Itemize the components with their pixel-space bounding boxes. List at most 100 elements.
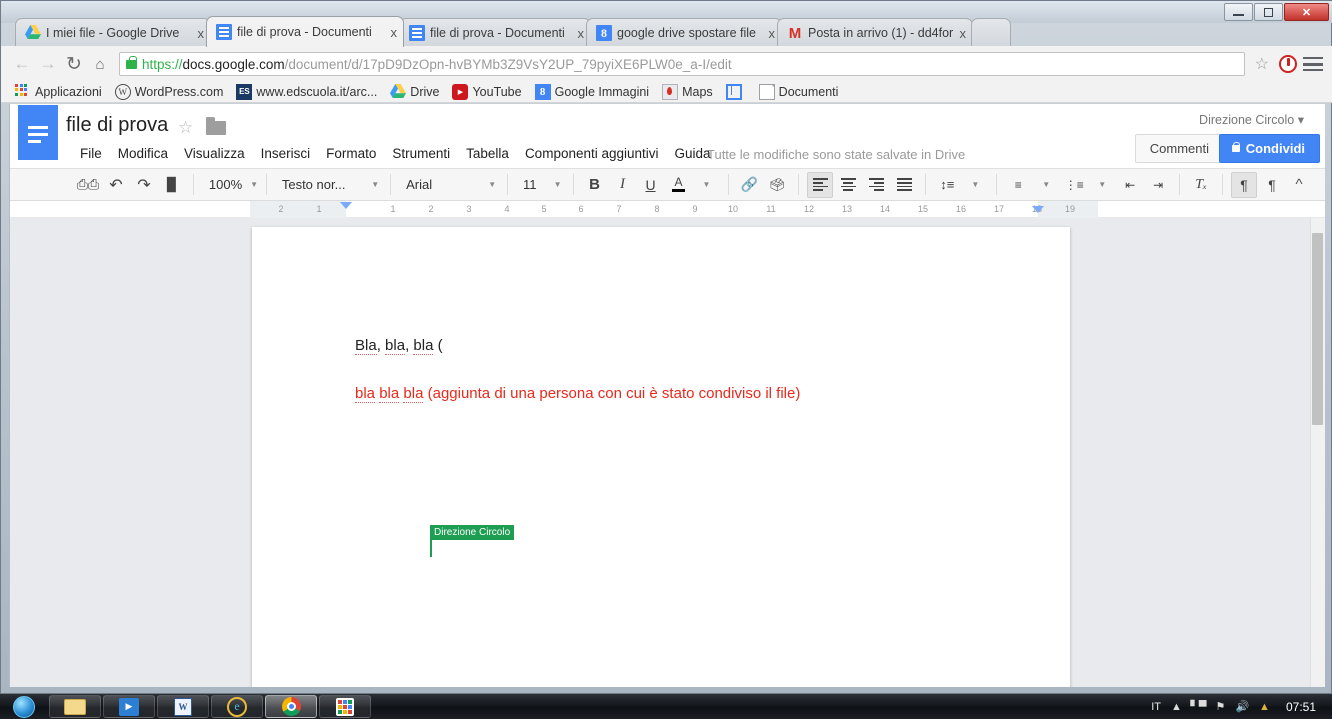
underline-button[interactable]: U [638, 172, 664, 198]
menu-file[interactable]: File [72, 144, 110, 163]
right-indent-marker[interactable] [1032, 206, 1044, 213]
volume-icon[interactable]: 🔊 [1236, 700, 1250, 713]
star-outline-icon[interactable]: ☆ [178, 118, 193, 138]
numbered-list-icon[interactable]: ≡ [1005, 172, 1031, 198]
bookmark-sheets[interactable] [725, 83, 746, 100]
paragraph-1[interactable]: Bla, bla, bla ( [355, 337, 443, 355]
redo-icon[interactable]: ↷ [131, 172, 157, 198]
right-to-left-icon[interactable]: ¶ [1259, 172, 1285, 198]
new-tab-button[interactable] [971, 18, 1011, 47]
taskbar-item-media-player[interactable]: ▶ [103, 695, 155, 718]
add-comment-icon[interactable]: 🗳 [764, 172, 790, 198]
chevron-down-icon[interactable]: ▼ [694, 172, 720, 198]
menu-visualizza[interactable]: Visualizza [176, 144, 253, 163]
tab-drive[interactable]: I miei file - Google Drive x [15, 18, 211, 47]
home-icon[interactable]: ⌂ [87, 51, 113, 77]
forward-arrow-icon[interactable]: → [35, 51, 61, 77]
chevron-down-icon[interactable]: ▼ [1033, 172, 1059, 198]
paint-format-icon[interactable]: ▉ [159, 172, 185, 198]
folder-icon[interactable] [206, 117, 226, 135]
action-center-icon[interactable]: ⚑ [1214, 700, 1227, 713]
bookmark-label: YouTube [472, 84, 522, 99]
menu-formato[interactable]: Formato [318, 144, 384, 163]
hide-menus-chevron-icon[interactable]: ^ [1286, 172, 1312, 198]
left-indent-marker[interactable] [340, 202, 352, 209]
tab-close-icon[interactable]: x [391, 25, 398, 40]
menu-modifica[interactable]: Modifica [110, 144, 176, 163]
show-hidden-icon[interactable]: ▲ [1170, 700, 1183, 713]
bookmark-youtube[interactable]: ▶ YouTube [452, 83, 522, 100]
menu-componenti-aggiuntivi[interactable]: Componenti aggiuntivi [517, 144, 667, 163]
taskbar-item-internet-explorer[interactable]: e [211, 695, 263, 718]
taskbar-item-word[interactable]: W [157, 695, 209, 718]
taskbar-item-chrome[interactable] [265, 695, 317, 718]
bold-button[interactable]: B [582, 172, 608, 198]
bookmark-star-icon[interactable]: ☆ [1255, 54, 1269, 74]
bookmark-maps[interactable]: Maps [662, 83, 713, 100]
vertical-scrollbar[interactable] [1310, 218, 1325, 687]
antivirus-icon[interactable]: ▲ [1258, 700, 1271, 713]
share-button[interactable]: Condividi [1218, 134, 1320, 163]
windows-taskbar: ▶ W e IT ▲ ▘▀ ⚑ 🔊 ▲ 07:51 [0, 694, 1332, 719]
print-icon[interactable]: ⎙⎙ [75, 172, 101, 198]
tab-close-icon[interactable]: x [578, 26, 585, 41]
account-label[interactable]: Direzione Circolo ▾ [1199, 112, 1304, 127]
clock[interactable]: 07:51 [1280, 700, 1326, 714]
tab-close-icon[interactable]: x [198, 26, 205, 41]
opera-extension-icon[interactable] [1279, 55, 1297, 73]
bookmark-wordpress[interactable]: W WordPress.com [114, 83, 223, 100]
bookmark-applicazioni[interactable]: Applicazioni [15, 83, 102, 100]
zoom-select[interactable]: 100% ▼ [201, 173, 259, 197]
align-center-icon[interactable] [835, 172, 861, 198]
align-right-icon[interactable] [863, 172, 889, 198]
google-icon: 8 [534, 83, 551, 100]
line-spacing-icon[interactable]: ↕≡ [934, 172, 960, 198]
network-icon[interactable]: ▘▀ [1190, 700, 1206, 713]
menu-tabella[interactable]: Tabella [458, 144, 517, 163]
start-button[interactable] [0, 694, 48, 719]
docs-ruler[interactable]: 2 1 1 2 3 4 5 6 7 8 9 10 11 12 13 14 15 … [10, 201, 1325, 218]
tab-google-search[interactable]: 8 google drive spostare file x [586, 18, 782, 47]
chevron-down-icon[interactable]: ▼ [1089, 172, 1115, 198]
comments-button[interactable]: Commenti [1134, 134, 1224, 163]
taskbar-item-apps[interactable] [319, 695, 371, 718]
address-bar[interactable]: https://docs.google.com/document/d/17pD9… [119, 52, 1245, 76]
bulleted-list-icon[interactable]: ⋮≡ [1061, 172, 1087, 198]
decrease-indent-icon[interactable]: ⇤ [1117, 172, 1143, 198]
chevron-down-icon[interactable]: ▼ [962, 172, 988, 198]
menu-strumenti[interactable]: Strumenti [384, 144, 458, 163]
paragraph-2[interactable]: bla bla bla (aggiunta di una persona con… [355, 385, 800, 403]
increase-indent-icon[interactable]: ⇥ [1145, 172, 1171, 198]
link-icon[interactable]: 🔗 [736, 172, 762, 198]
scrollbar-thumb[interactable] [1312, 233, 1323, 425]
align-left-icon[interactable] [807, 171, 834, 198]
undo-icon[interactable]: ↶ [103, 172, 129, 198]
left-to-right-icon[interactable]: ¶ [1231, 171, 1258, 198]
tab-close-icon[interactable]: x [769, 26, 776, 41]
back-arrow-icon[interactable]: ← [9, 51, 35, 77]
chrome-menu-icon[interactable] [1303, 57, 1323, 71]
tab-docs-active[interactable]: file di prova - Documenti x [206, 16, 404, 47]
bookmark-drive[interactable]: Drive [390, 83, 439, 100]
paragraph-style-select[interactable]: Testo nor... ▼ [274, 173, 383, 197]
align-justify-icon[interactable] [891, 172, 917, 198]
tab-docs-second[interactable]: file di prova - Documenti x [399, 18, 591, 47]
bookmark-edscuola[interactable]: ES www.edscuola.it/arc... [236, 83, 377, 100]
reload-icon[interactable]: ↻ [61, 51, 87, 77]
tab-close-icon[interactable]: x [960, 26, 967, 41]
italic-button[interactable]: I [610, 172, 636, 198]
document-page[interactable]: Bla, bla, bla ( bla bla bla (aggiunta di… [252, 227, 1070, 687]
bookmark-google-immagini[interactable]: 8 Google Immagini [534, 83, 649, 100]
language-indicator[interactable]: IT [1151, 701, 1161, 713]
bookmark-documenti[interactable]: Documenti [758, 83, 838, 100]
font-select[interactable]: Arial ▼ [398, 173, 500, 197]
menu-inserisci[interactable]: Inserisci [253, 144, 319, 163]
text-color-button[interactable]: A [666, 172, 692, 198]
clear-formatting-icon[interactable]: Tₓ [1188, 172, 1214, 198]
tab-gmail[interactable]: M Posta in arrivo (1) - dd4for x [777, 18, 973, 47]
taskbar-item-explorer[interactable] [49, 695, 101, 718]
google-docs-logo[interactable] [18, 105, 58, 160]
page-title[interactable]: file di prova [66, 114, 168, 137]
font-size-select[interactable]: 11 ▼ [515, 173, 566, 197]
document-canvas[interactable]: Bla, bla, bla ( bla bla bla (aggiunta di… [10, 218, 1325, 687]
